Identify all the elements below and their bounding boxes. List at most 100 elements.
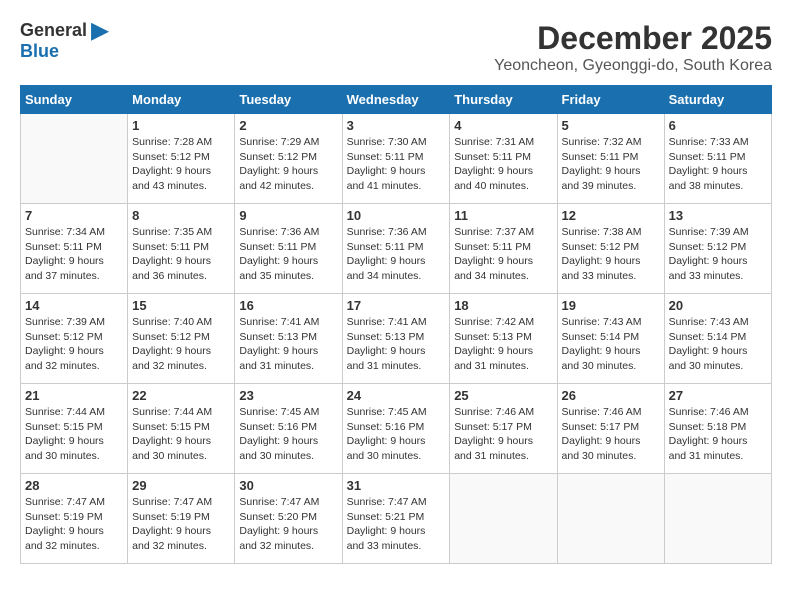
calendar-cell: 6 Sunrise: 7:33 AM Sunset: 5:11 PM Daylig… (664, 114, 771, 204)
day-detail: Sunrise: 7:46 AM Sunset: 5:17 PM Dayligh… (454, 405, 552, 464)
calendar-cell: 10Sunrise: 7:36 AM Sunset: 5:11 PM Dayli… (342, 204, 450, 294)
logo-blue-text: Blue (20, 41, 59, 62)
calendar-cell: 27 Sunrise: 7:46 AM Sunset: 5:18 PM Dayli… (664, 384, 771, 474)
day-detail: Sunrise: 7:47 AM Sunset: 5:21 PM Dayligh… (347, 495, 446, 554)
day-number: 8 (132, 208, 230, 223)
day-number: 15 (132, 298, 230, 313)
day-detail: Sunrise: 7:33 AM Sunset: 5:11 PM Dayligh… (669, 135, 767, 194)
day-number: 19 (562, 298, 660, 313)
calendar-cell: 19 Sunrise: 7:43 AM Sunset: 5:14 PM Dayli… (557, 294, 664, 384)
day-detail: Sunrise: 7:47 AM Sunset: 5:19 PM Dayligh… (25, 495, 123, 554)
day-number: 14 (25, 298, 123, 313)
calendar-week-5: 28 Sunrise: 7:47 AM Sunset: 5:19 PM Dayli… (21, 474, 772, 564)
calendar-cell: 28 Sunrise: 7:47 AM Sunset: 5:19 PM Dayli… (21, 474, 128, 564)
col-sunday: Sunday (21, 86, 128, 114)
calendar-cell: 5 Sunrise: 7:32 AM Sunset: 5:11 PM Daylig… (557, 114, 664, 204)
calendar-cell: 29 Sunrise: 7:47 AM Sunset: 5:19 PM Dayli… (128, 474, 235, 564)
day-number: 18 (454, 298, 552, 313)
day-detail: Sunrise: 7:47 AM Sunset: 5:20 PM Dayligh… (239, 495, 337, 554)
day-number: 22 (132, 388, 230, 403)
col-tuesday: Tuesday (235, 86, 342, 114)
day-detail: Sunrise: 7:47 AM Sunset: 5:19 PM Dayligh… (132, 495, 230, 554)
calendar-cell: 31 Sunrise: 7:47 AM Sunset: 5:21 PM Dayli… (342, 474, 450, 564)
day-number: 2 (239, 118, 337, 133)
calendar-cell: 8 Sunrise: 7:35 AM Sunset: 5:11 PM Daylig… (128, 204, 235, 294)
col-friday: Friday (557, 86, 664, 114)
calendar-cell: 26Sunrise: 7:46 AM Sunset: 5:17 PM Dayli… (557, 384, 664, 474)
day-number: 21 (25, 388, 123, 403)
day-number: 10 (347, 208, 446, 223)
day-detail: Sunrise: 7:45 AM Sunset: 5:16 PM Dayligh… (347, 405, 446, 464)
calendar-cell: 22Sunrise: 7:44 AM Sunset: 5:15 PM Dayli… (128, 384, 235, 474)
day-detail: Sunrise: 7:32 AM Sunset: 5:11 PM Dayligh… (562, 135, 660, 194)
calendar-cell: 7 Sunrise: 7:34 AM Sunset: 5:11 PM Daylig… (21, 204, 128, 294)
calendar-cell: 18 Sunrise: 7:42 AM Sunset: 5:13 PM Dayli… (450, 294, 557, 384)
calendar-cell: 3 Sunrise: 7:30 AM Sunset: 5:11 PM Daylig… (342, 114, 450, 204)
calendar-cell: 16 Sunrise: 7:41 AM Sunset: 5:13 PM Dayli… (235, 294, 342, 384)
day-number: 16 (239, 298, 337, 313)
day-number: 3 (347, 118, 446, 133)
calendar-cell (664, 474, 771, 564)
calendar-week-4: 21 Sunrise: 7:44 AM Sunset: 5:15 PM Dayli… (21, 384, 772, 474)
calendar-cell: 23 Sunrise: 7:45 AM Sunset: 5:16 PM Dayli… (235, 384, 342, 474)
day-detail: Sunrise: 7:42 AM Sunset: 5:13 PM Dayligh… (454, 315, 552, 374)
day-number: 25 (454, 388, 552, 403)
col-thursday: Thursday (450, 86, 557, 114)
calendar-cell: 24 Sunrise: 7:45 AM Sunset: 5:16 PM Dayli… (342, 384, 450, 474)
calendar-cell (21, 114, 128, 204)
day-number: 30 (239, 478, 337, 493)
calendar-cell: 17Sunrise: 7:41 AM Sunset: 5:13 PM Dayli… (342, 294, 450, 384)
day-detail: Sunrise: 7:44 AM Sunset: 5:15 PM Dayligh… (25, 405, 123, 464)
day-detail: Sunrise: 7:43 AM Sunset: 5:14 PM Dayligh… (669, 315, 767, 374)
calendar-cell: 4Sunrise: 7:31 AM Sunset: 5:11 PM Daylig… (450, 114, 557, 204)
day-number: 26 (562, 388, 660, 403)
day-number: 28 (25, 478, 123, 493)
day-number: 20 (669, 298, 767, 313)
logo-blue: Blue (20, 41, 59, 61)
day-number: 23 (239, 388, 337, 403)
day-number: 5 (562, 118, 660, 133)
day-detail: Sunrise: 7:29 AM Sunset: 5:12 PM Dayligh… (239, 135, 337, 194)
logo-text: General (20, 20, 109, 41)
day-number: 27 (669, 388, 767, 403)
col-wednesday: Wednesday (342, 86, 450, 114)
day-detail: Sunrise: 7:40 AM Sunset: 5:12 PM Dayligh… (132, 315, 230, 374)
calendar-cell: 13Sunrise: 7:39 AM Sunset: 5:12 PM Dayli… (664, 204, 771, 294)
day-detail: Sunrise: 7:36 AM Sunset: 5:11 PM Dayligh… (239, 225, 337, 284)
day-detail: Sunrise: 7:35 AM Sunset: 5:11 PM Dayligh… (132, 225, 230, 284)
calendar-cell: 15 Sunrise: 7:40 AM Sunset: 5:12 PM Dayli… (128, 294, 235, 384)
col-saturday: Saturday (664, 86, 771, 114)
day-detail: Sunrise: 7:39 AM Sunset: 5:12 PM Dayligh… (669, 225, 767, 284)
day-detail: Sunrise: 7:38 AM Sunset: 5:12 PM Dayligh… (562, 225, 660, 284)
day-number: 29 (132, 478, 230, 493)
location-title: Yeoncheon, Gyeonggi-do, South Korea (494, 57, 772, 75)
month-title: December 2025 (494, 20, 772, 57)
calendar-cell (450, 474, 557, 564)
day-number: 31 (347, 478, 446, 493)
day-number: 4 (454, 118, 552, 133)
logo-general: General (20, 20, 87, 40)
day-detail: Sunrise: 7:45 AM Sunset: 5:16 PM Dayligh… (239, 405, 337, 464)
calendar-cell: 25 Sunrise: 7:46 AM Sunset: 5:17 PM Dayli… (450, 384, 557, 474)
calendar-cell: 2 Sunrise: 7:29 AM Sunset: 5:12 PM Daylig… (235, 114, 342, 204)
day-detail: Sunrise: 7:46 AM Sunset: 5:18 PM Dayligh… (669, 405, 767, 464)
day-number: 9 (239, 208, 337, 223)
calendar-cell: 9 Sunrise: 7:36 AM Sunset: 5:11 PM Daylig… (235, 204, 342, 294)
day-number: 7 (25, 208, 123, 223)
day-number: 6 (669, 118, 767, 133)
day-number: 24 (347, 388, 446, 403)
calendar-cell: 1Sunrise: 7:28 AM Sunset: 5:12 PM Daylig… (128, 114, 235, 204)
day-detail: Sunrise: 7:30 AM Sunset: 5:11 PM Dayligh… (347, 135, 446, 194)
logo-icon (91, 23, 109, 41)
day-detail: Sunrise: 7:34 AM Sunset: 5:11 PM Dayligh… (25, 225, 123, 284)
calendar-cell: 30 Sunrise: 7:47 AM Sunset: 5:20 PM Dayli… (235, 474, 342, 564)
calendar-cell: 12Sunrise: 7:38 AM Sunset: 5:12 PM Dayli… (557, 204, 664, 294)
title-area: December 2025 Yeoncheon, Gyeonggi-do, So… (494, 20, 772, 75)
calendar-cell: 11Sunrise: 7:37 AM Sunset: 5:11 PM Dayli… (450, 204, 557, 294)
day-detail: Sunrise: 7:41 AM Sunset: 5:13 PM Dayligh… (239, 315, 337, 374)
calendar-cell (557, 474, 664, 564)
day-detail: Sunrise: 7:43 AM Sunset: 5:14 PM Dayligh… (562, 315, 660, 374)
calendar-cell: 21 Sunrise: 7:44 AM Sunset: 5:15 PM Dayli… (21, 384, 128, 474)
header: General Blue December 2025 Yeoncheon, Gy… (20, 20, 772, 75)
calendar-week-1: 1Sunrise: 7:28 AM Sunset: 5:12 PM Daylig… (21, 114, 772, 204)
